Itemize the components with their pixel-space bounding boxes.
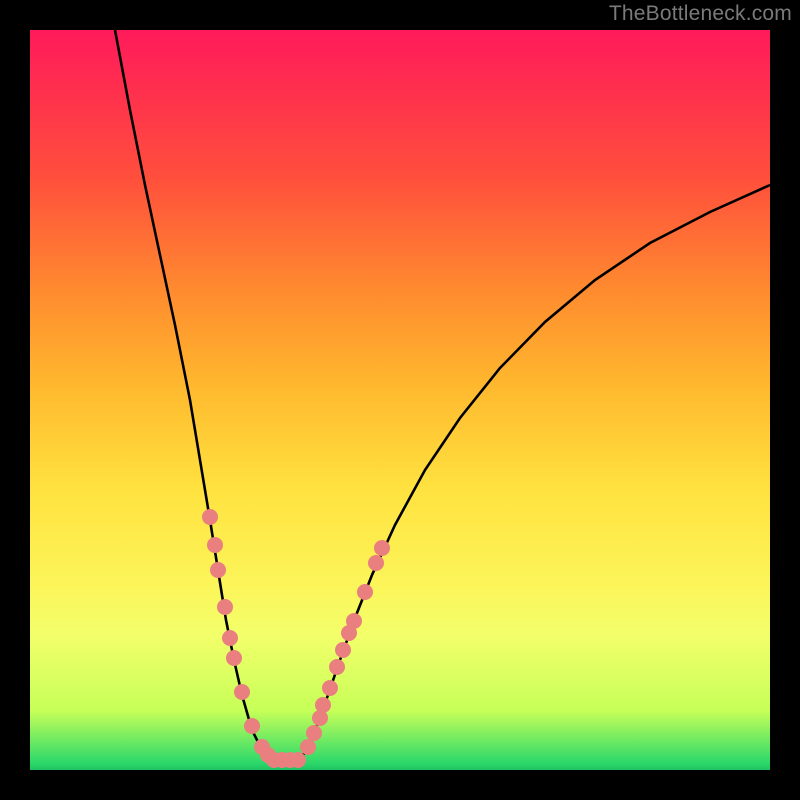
- data-bead: [202, 509, 218, 525]
- data-bead: [234, 684, 250, 700]
- data-bead: [226, 650, 242, 666]
- data-bead: [374, 540, 390, 556]
- bead-group: [202, 509, 390, 768]
- data-bead: [222, 630, 238, 646]
- data-bead: [207, 537, 223, 553]
- data-bead: [300, 739, 316, 755]
- data-bead: [335, 642, 351, 658]
- data-bead: [315, 697, 331, 713]
- data-bead: [210, 562, 226, 578]
- data-bead: [306, 725, 322, 741]
- curve-right: [300, 185, 770, 760]
- data-bead: [357, 584, 373, 600]
- data-bead: [322, 680, 338, 696]
- data-bead: [329, 659, 345, 675]
- data-bead: [290, 752, 306, 768]
- curve-left: [115, 30, 274, 760]
- chart-svg: [30, 30, 770, 770]
- data-bead: [244, 718, 260, 734]
- data-bead: [368, 555, 384, 571]
- data-bead: [217, 599, 233, 615]
- watermark-text: TheBottleneck.com: [609, 2, 792, 26]
- plot-area: [30, 30, 770, 770]
- data-bead: [346, 613, 362, 629]
- chart-frame: TheBottleneck.com: [0, 0, 800, 800]
